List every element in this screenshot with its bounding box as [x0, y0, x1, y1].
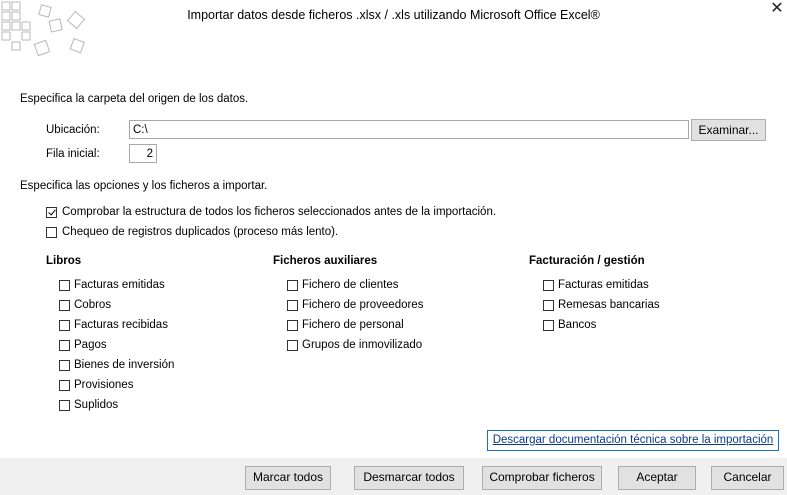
- browse-button[interactable]: Examinar...: [691, 119, 766, 141]
- group-auxiliares-item-label: Grupos de inmovilizado: [302, 339, 423, 351]
- accept-button[interactable]: Aceptar: [618, 466, 696, 490]
- check-duplicates-checkbox[interactable]: [46, 227, 57, 238]
- start-row-label: Fila inicial:: [46, 148, 100, 160]
- group-libros-item-label: Suplidos: [74, 399, 119, 411]
- location-input[interactable]: [129, 120, 689, 139]
- group-libros-item-label: Facturas emitidas: [74, 279, 165, 291]
- group-auxiliares-item-label: Fichero de clientes: [302, 279, 399, 291]
- group-auxiliares-checkbox[interactable]: [287, 300, 298, 311]
- group-libros-item-label: Pagos: [74, 339, 107, 351]
- group-title-facturacion: Facturación / gestión: [529, 255, 645, 267]
- group-facturacion-item-label: Facturas emitidas: [558, 279, 649, 291]
- group-libros-checkbox[interactable]: [59, 400, 70, 411]
- group-facturacion-item-label: Bancos: [558, 319, 597, 331]
- group-libros-checkbox[interactable]: [59, 340, 70, 351]
- close-icon[interactable]: ✕: [768, 0, 786, 18]
- cancel-button[interactable]: Cancelar: [711, 466, 784, 490]
- group-facturacion-item-label: Remesas bancarias: [558, 299, 660, 311]
- check-duplicates-label: Chequeo de registros duplicados (proceso…: [62, 226, 339, 238]
- group-title-libros: Libros: [46, 255, 82, 267]
- group-auxiliares-item-label: Fichero de personal: [302, 319, 404, 331]
- start-row-input[interactable]: [129, 144, 157, 163]
- check-files-button[interactable]: Comprobar ficheros: [482, 466, 602, 490]
- group-title-auxiliares: Ficheros auxiliares: [273, 255, 378, 267]
- group-facturacion-checkbox[interactable]: [543, 300, 554, 311]
- group-libros-item-label: Provisiones: [74, 379, 134, 391]
- group-facturacion-checkbox[interactable]: [543, 320, 554, 331]
- group-libros-checkbox[interactable]: [59, 300, 70, 311]
- group-libros-checkbox[interactable]: [59, 280, 70, 291]
- unmark-all-button[interactable]: Desmarcar todos: [354, 466, 464, 490]
- group-facturacion-checkbox[interactable]: [543, 280, 554, 291]
- group-libros-checkbox[interactable]: [59, 380, 70, 391]
- group-auxiliares-item-label: Fichero de proveedores: [302, 299, 424, 311]
- group-auxiliares-checkbox[interactable]: [287, 340, 298, 351]
- group-libros-item-label: Bienes de inversión: [74, 359, 175, 371]
- check-structure-checkbox[interactable]: [46, 207, 57, 218]
- location-label: Ubicación:: [46, 124, 100, 136]
- group-auxiliares-checkbox[interactable]: [287, 280, 298, 291]
- options-heading: Especifica las opciones y los ficheros a…: [20, 180, 268, 192]
- group-libros-item-label: Cobros: [74, 299, 112, 311]
- check-structure-label: Comprobar la estructura de todos los fic…: [62, 206, 497, 218]
- group-libros-item-label: Facturas recibidas: [74, 319, 168, 331]
- mark-all-button[interactable]: Marcar todos: [245, 466, 331, 490]
- group-libros-checkbox[interactable]: [59, 360, 70, 371]
- source-heading: Especifica la carpeta del origen de los …: [20, 93, 249, 105]
- dialog-title: Importar datos desde ficheros .xlsx / .x…: [187, 8, 600, 22]
- download-docs-link[interactable]: Descargar documentación técnica sobre la…: [487, 430, 779, 451]
- group-libros-checkbox[interactable]: [59, 320, 70, 331]
- group-auxiliares-checkbox[interactable]: [287, 320, 298, 331]
